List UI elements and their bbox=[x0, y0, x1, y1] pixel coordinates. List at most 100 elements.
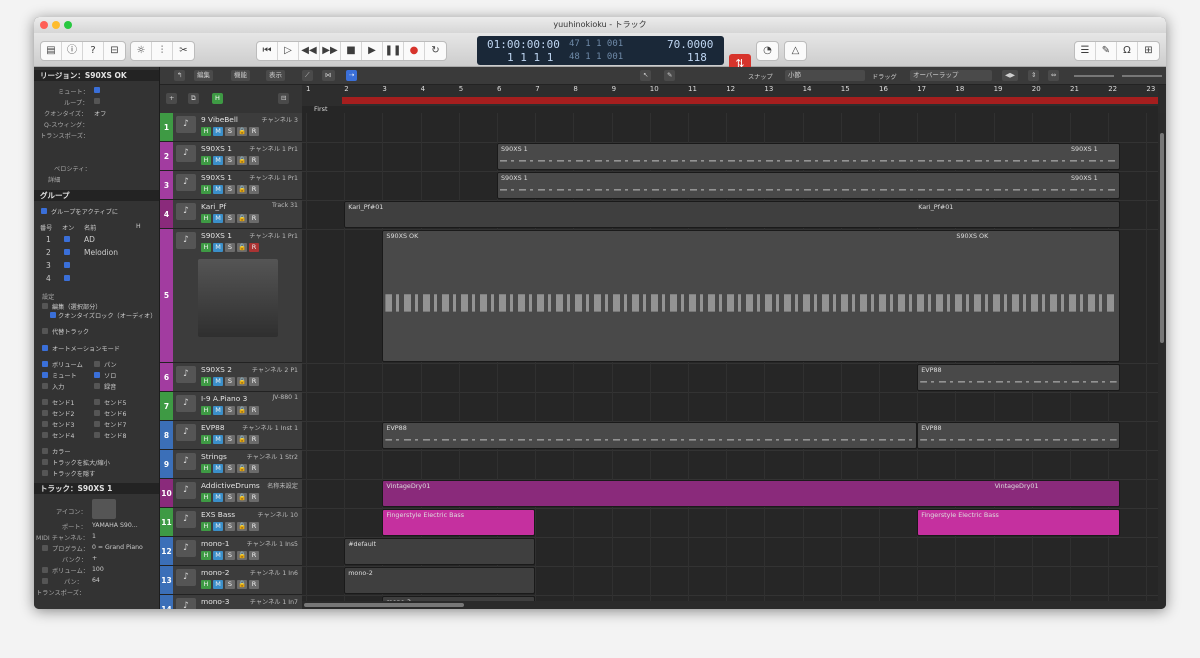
piano-icon[interactable]: ♪ bbox=[176, 116, 196, 133]
go-to-start-icon[interactable]: ⏮ bbox=[257, 42, 278, 60]
lock-button[interactable]: 🔒 bbox=[237, 185, 247, 194]
back-icon[interactable]: ↰ bbox=[174, 70, 186, 81]
cycle-icon[interactable]: ↻ bbox=[425, 42, 446, 60]
region-inspector-header[interactable]: リージョン：S90XS OK bbox=[34, 70, 159, 81]
solo-button[interactable]: S bbox=[225, 580, 235, 589]
horizontal-zoom-slider[interactable] bbox=[1122, 75, 1162, 77]
hide-button[interactable]: H bbox=[201, 551, 211, 560]
solo-param-checkbox[interactable] bbox=[94, 372, 100, 378]
keyboard-icon[interactable]: ♪ bbox=[176, 598, 196, 609]
midi-channel-value[interactable]: 1 bbox=[92, 533, 96, 540]
view-menu[interactable]: 表示 bbox=[266, 70, 285, 81]
record-button[interactable]: R bbox=[249, 243, 259, 252]
track-header-9[interactable]: 9 ♪ Strings チャンネル 1 Str2 H M S 🔒 R bbox=[160, 450, 302, 479]
hide-button[interactable]: H bbox=[201, 464, 211, 473]
toolbar-icon[interactable]: ⊟ bbox=[104, 42, 125, 60]
tuner-icon[interactable]: ◔ bbox=[757, 42, 778, 60]
zoom-window-button[interactable] bbox=[64, 21, 72, 29]
track-header-2[interactable]: 2 ♪ S90XS 1 チャンネル 1 Pr1 H M S 🔒 R bbox=[160, 142, 302, 171]
hide-button[interactable]: H bbox=[201, 522, 211, 531]
lock-button[interactable]: 🔒 bbox=[237, 214, 247, 223]
track-header-7[interactable]: 7 ♪ I-9 A.Piano 3 JV-880 1 H M S 🔒 R bbox=[160, 392, 302, 421]
pan-value[interactable]: 64 bbox=[92, 577, 100, 584]
grand-piano-icon[interactable]: ♪ bbox=[176, 203, 196, 220]
lock-button[interactable]: 🔒 bbox=[237, 580, 247, 589]
send-param-checkbox[interactable] bbox=[94, 432, 100, 438]
drum-icon[interactable]: ♪ bbox=[176, 482, 196, 499]
vertical-zoom-slider[interactable] bbox=[1074, 75, 1114, 77]
add-track-icon[interactable]: + bbox=[166, 93, 178, 104]
details-disclosure[interactable]: 詳細 bbox=[48, 175, 60, 184]
keyboard-icon[interactable]: ♪ bbox=[176, 540, 196, 557]
lock-button[interactable]: 🔒 bbox=[237, 464, 247, 473]
solo-button[interactable]: S bbox=[225, 185, 235, 194]
mute-checkbox[interactable] bbox=[94, 87, 100, 93]
group-on-checkbox[interactable] bbox=[64, 249, 70, 255]
solo-button[interactable]: S bbox=[225, 493, 235, 502]
track-icon-preview[interactable] bbox=[92, 499, 116, 519]
track-name[interactable]: AddictiveDrums bbox=[201, 481, 260, 490]
lock-button[interactable]: 🔒 bbox=[237, 377, 247, 386]
library-icon[interactable]: ▤ bbox=[41, 42, 62, 60]
snap-select[interactable]: 小節 bbox=[785, 70, 865, 81]
hide-button[interactable]: H bbox=[201, 406, 211, 415]
midi-region[interactable]: Kari_Pf#01 Kari_Pf#01 bbox=[344, 201, 1120, 228]
solo-button[interactable]: S bbox=[225, 127, 235, 136]
midi-region[interactable]: EVP88 bbox=[917, 364, 1120, 391]
keyboard-icon[interactable]: ♪ bbox=[176, 424, 196, 441]
mute-button[interactable]: M bbox=[213, 522, 223, 531]
track-header-3[interactable]: 3 ♪ S90XS 1 チャンネル 1 Pr1 H M S 🔒 R bbox=[160, 171, 302, 200]
record-icon[interactable]: ● bbox=[404, 42, 425, 60]
cycle-range[interactable] bbox=[342, 97, 1158, 104]
guitar-icon[interactable]: ♪ bbox=[176, 395, 196, 412]
track-header-4[interactable]: 4 ♪ Kari_Pf Track 31 H M S 🔒 R bbox=[160, 200, 302, 229]
loop-browser-icon[interactable]: Ω bbox=[1117, 42, 1138, 60]
mute-button[interactable]: M bbox=[213, 243, 223, 252]
record-param-checkbox[interactable] bbox=[94, 383, 100, 389]
track-header-12[interactable]: 12 ♪ mono-1 チャンネル 1 Ins5 H M S 🔒 R bbox=[160, 537, 302, 566]
color-param-checkbox[interactable] bbox=[42, 448, 48, 454]
hide-button[interactable]: H bbox=[201, 243, 211, 252]
bar-ruler[interactable]: 1 2 3 4 5 6 7 8 9 10 11 12 13 14 15 16 17 18 19 20 21 22 23 bbox=[302, 85, 1158, 106]
record-button[interactable]: R bbox=[249, 127, 259, 136]
synth-icon[interactable]: ♪ bbox=[176, 232, 196, 249]
lcd-display[interactable]: 01:00:00:00 1 1 1 1 47 1 1 001 48 1 1 00… bbox=[477, 36, 724, 65]
solo-button[interactable]: S bbox=[225, 464, 235, 473]
metronome-icon[interactable]: △ bbox=[785, 42, 806, 60]
edit-menu[interactable]: 編集 bbox=[194, 70, 213, 81]
solo-button[interactable]: S bbox=[225, 551, 235, 560]
editors-icon[interactable]: ✂ bbox=[173, 42, 194, 60]
pencil-tool-icon[interactable]: ✎ bbox=[664, 70, 676, 81]
record-button[interactable]: R bbox=[249, 185, 259, 194]
group-on-checkbox[interactable] bbox=[64, 236, 70, 242]
track-name[interactable]: mono-2 bbox=[201, 568, 229, 577]
list-editors-icon[interactable]: ☰ bbox=[1075, 42, 1096, 60]
minimize-window-button[interactable] bbox=[52, 21, 60, 29]
waveform-zoom-icon[interactable]: ◀▶ bbox=[1002, 70, 1018, 81]
track-name[interactable]: Strings bbox=[201, 452, 227, 461]
track-name[interactable]: EVP88 bbox=[201, 423, 225, 432]
send-param-checkbox[interactable] bbox=[94, 399, 100, 405]
hide-tracks-icon[interactable]: H bbox=[212, 93, 223, 104]
play-selection-icon[interactable]: ▷ bbox=[278, 42, 299, 60]
midi-region[interactable]: #default bbox=[344, 538, 536, 565]
volume-value[interactable]: 100 bbox=[92, 566, 104, 573]
solo-button[interactable]: S bbox=[225, 377, 235, 386]
lock-button[interactable]: 🔒 bbox=[237, 551, 247, 560]
program-checkbox[interactable] bbox=[42, 545, 48, 551]
record-button[interactable]: R bbox=[249, 435, 259, 444]
lock-button[interactable]: 🔒 bbox=[237, 406, 247, 415]
pan-param-checkbox[interactable] bbox=[94, 361, 100, 367]
solo-button[interactable]: S bbox=[225, 243, 235, 252]
synth-icon[interactable]: ♪ bbox=[176, 174, 196, 191]
track-name[interactable]: Kari_Pf bbox=[201, 202, 226, 211]
violin-icon[interactable]: ♪ bbox=[176, 453, 196, 470]
midi-region[interactable]: VintageDry01 VintageDry01 bbox=[382, 480, 1120, 507]
hide-button[interactable]: H bbox=[201, 156, 211, 165]
stop-icon[interactable]: ■ bbox=[341, 42, 362, 60]
lock-button[interactable]: 🔒 bbox=[237, 522, 247, 531]
track-header-8[interactable]: 8 ♪ EVP88 チャンネル 1 Inst 1 H M S 🔒 R bbox=[160, 421, 302, 450]
record-button[interactable]: R bbox=[249, 493, 259, 502]
mute-button[interactable]: M bbox=[213, 406, 223, 415]
track-header-13[interactable]: 13 ♪ mono-2 チャンネル 1 In6 H M S 🔒 R bbox=[160, 566, 302, 595]
